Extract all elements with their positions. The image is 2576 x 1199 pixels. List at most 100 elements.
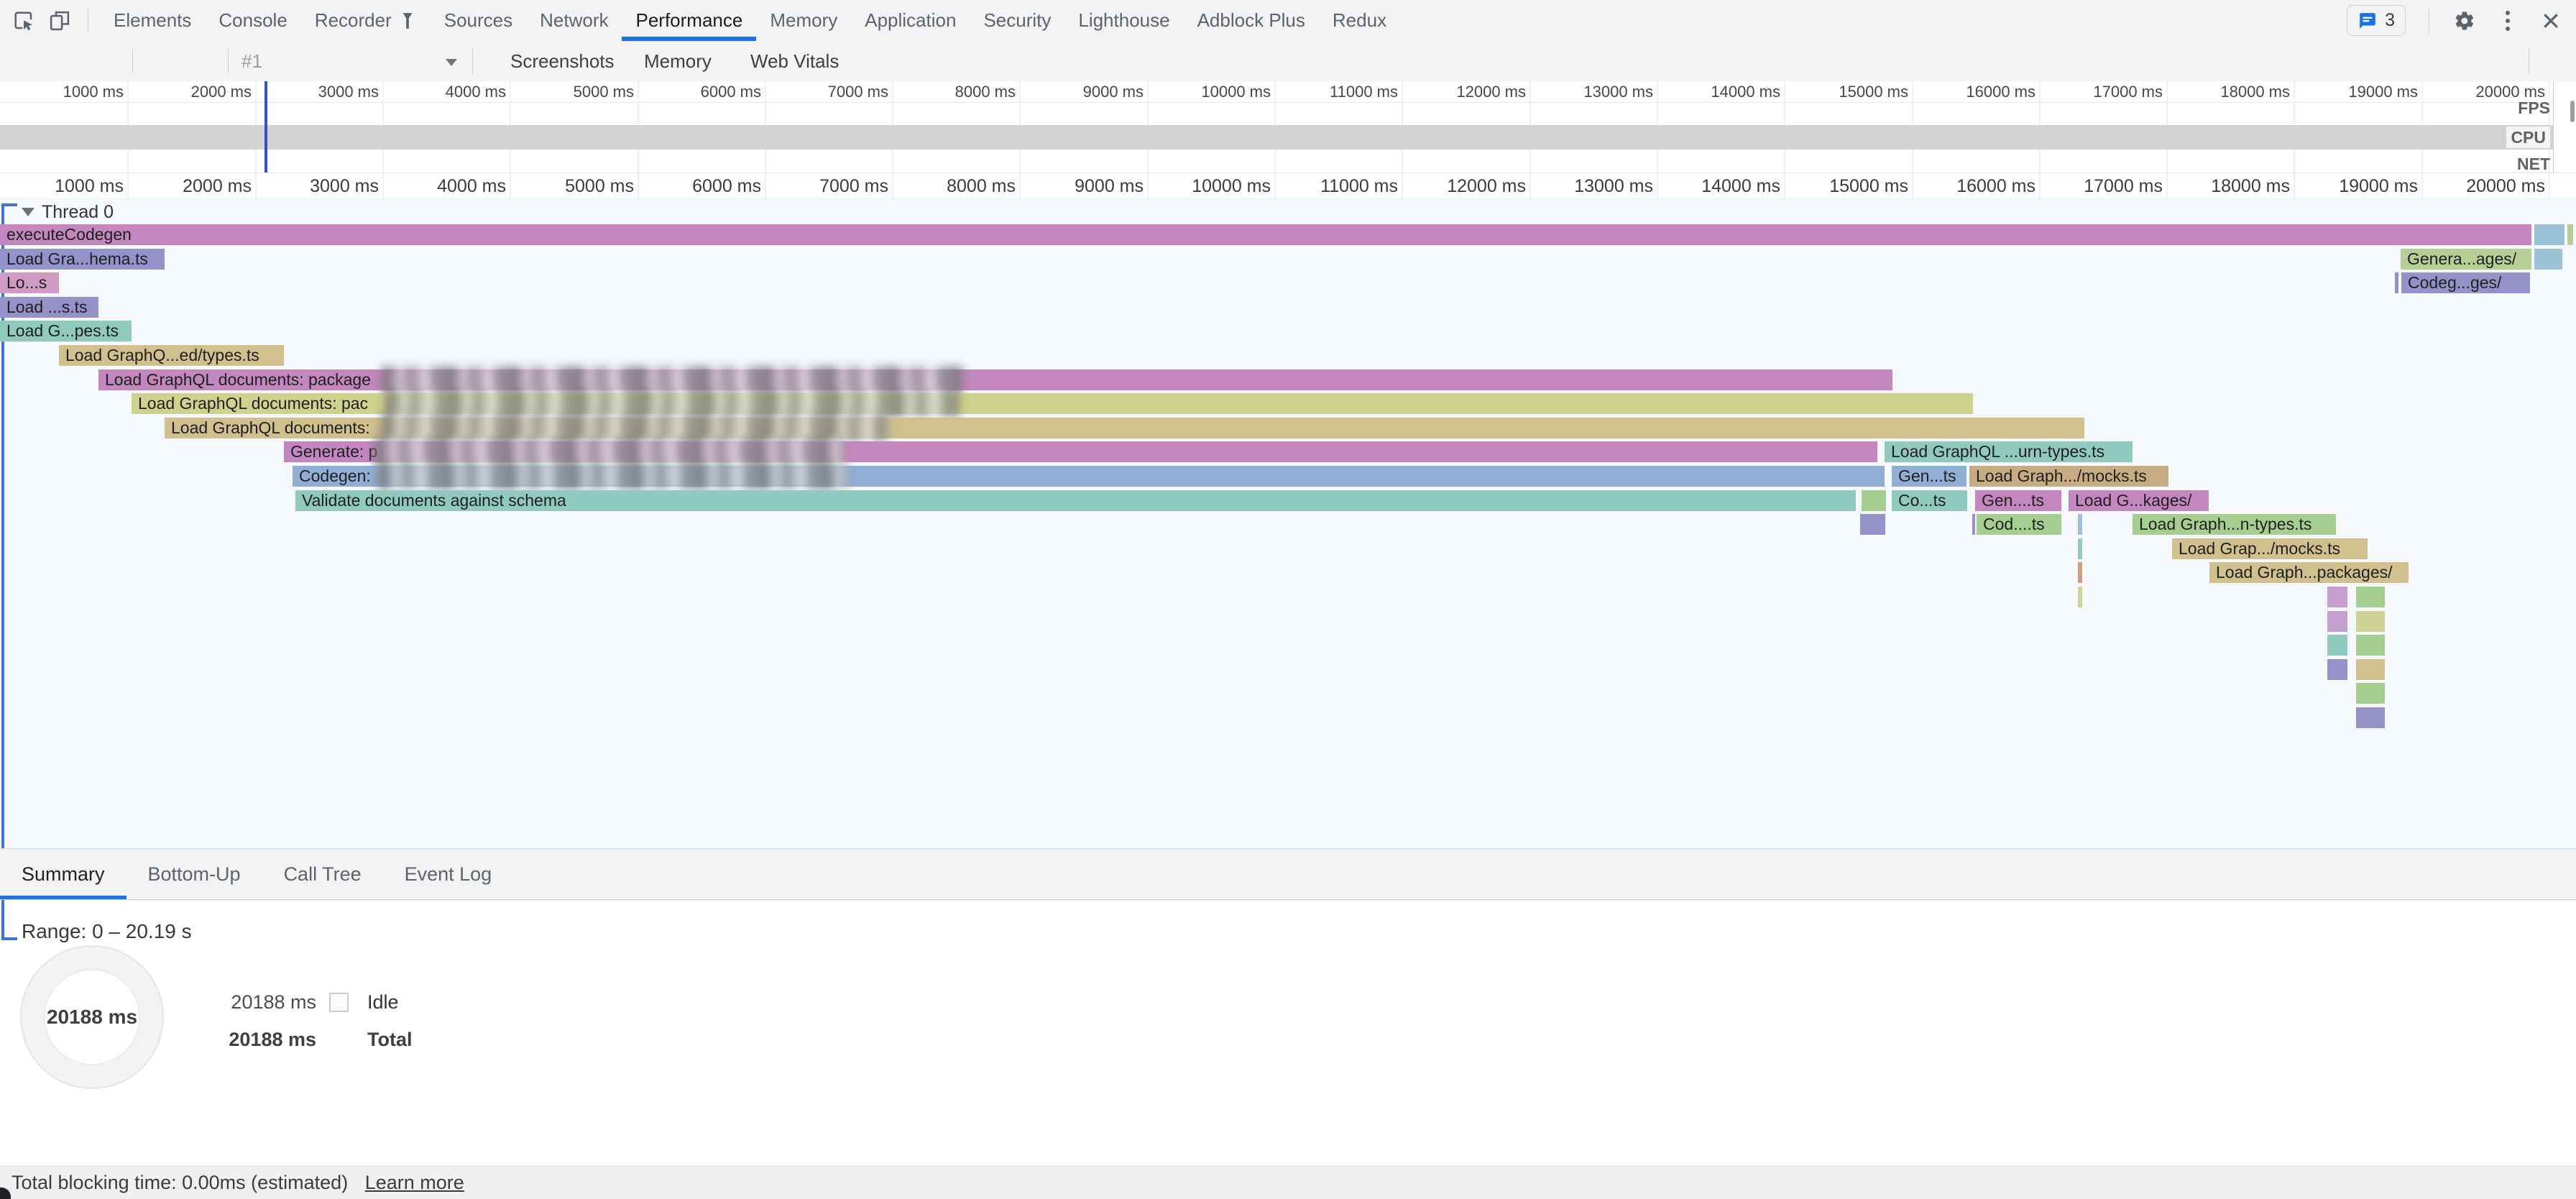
flame-bar-label: Load G...pes.ts [0, 321, 132, 341]
flame-bar-label: Validate documents against schema [295, 490, 1856, 511]
flame-bar-label: Codeg...ges/ [2401, 272, 2530, 293]
flame-bar[interactable]: Gen....ts [1975, 490, 2061, 511]
flame-bar[interactable]: Load GraphQL documents: package [98, 369, 1892, 390]
flame-bar[interactable]: Load GraphQL documents: pac [132, 393, 1973, 414]
ruler-tick-label: 4000 ms [391, 173, 506, 199]
tab-label: Security [983, 9, 1051, 32]
flame-bar[interactable]: Load Graph...n-types.ts [2133, 514, 2336, 535]
flame-bar[interactable]: Co...ts [1892, 490, 1967, 511]
tab-console[interactable]: Console [205, 0, 300, 41]
timeline-overview[interactable]: 1000 ms2000 ms3000 ms4000 ms5000 ms6000 … [0, 81, 2576, 173]
legend-row: 20188 msIdle [216, 986, 413, 1018]
ruler-tick-label: 3000 ms [264, 173, 379, 199]
tab-network[interactable]: Network [526, 0, 622, 41]
flame-bar-fragment[interactable] [2567, 224, 2573, 245]
close-icon[interactable] [2539, 9, 2563, 33]
flame-bar-fragment[interactable] [2327, 635, 2347, 656]
flame-bar-label: Load Graph...packages/ [2209, 562, 2409, 583]
flame-bar[interactable]: Load GraphQL ...urn-types.ts [1885, 441, 2133, 462]
flame-bar[interactable]: Load G...kages/ [2069, 490, 2209, 511]
flame-bar-fragment[interactable] [2327, 587, 2347, 607]
tab-performance[interactable]: Performance [622, 0, 756, 41]
flame-bar[interactable]: Codeg...ges/ [2401, 272, 2530, 293]
settings-gear-icon[interactable] [2452, 9, 2477, 33]
ruler-tick-label: 15000 ms [1793, 173, 1908, 199]
tab-elements[interactable]: Elements [100, 0, 205, 41]
tab-redux[interactable]: Redux [1319, 0, 1400, 41]
history-select[interactable]: #1 [242, 41, 457, 81]
toast-corner [0, 1187, 11, 1199]
flame-bar[interactable]: Load Grap.../mocks.ts [2172, 538, 2368, 559]
flame-bar[interactable]: Validate documents against schema [295, 490, 1856, 511]
playhead-line[interactable] [264, 81, 267, 173]
tab-application[interactable]: Application [851, 0, 970, 41]
tab-label: Memory [770, 9, 837, 32]
tab-security[interactable]: Security [970, 0, 1064, 41]
tab-adblock-plus[interactable]: Adblock Plus [1184, 0, 1319, 41]
tab-lighthouse[interactable]: Lighthouse [1064, 0, 1183, 41]
flame-bar[interactable]: Lo...s [0, 272, 59, 293]
flame-chart[interactable]: Thread 0 executeCodegenLoad Gra...hema.t… [0, 199, 2576, 848]
overview-right-divider [2553, 81, 2554, 173]
flame-bar[interactable]: Load Gra...hema.ts [0, 249, 165, 270]
device-toolbar-icon[interactable] [47, 9, 72, 33]
learn-more-link[interactable]: Learn more [365, 1172, 464, 1193]
flame-bar[interactable]: Gen...ts [1892, 466, 1966, 487]
flame-bar-fragment[interactable] [2078, 587, 2082, 607]
flame-bar-fragment[interactable] [1860, 514, 1885, 535]
checkbox-label: Screenshots [510, 41, 615, 81]
flame-bar-fragment[interactable] [2356, 683, 2385, 704]
flame-bar-label: Gen....ts [1975, 490, 2061, 511]
flame-bar-label: Load Gra...hema.ts [0, 249, 165, 270]
ruler-tick-label: 12000 ms [1411, 82, 1526, 102]
checkbox-label: Memory [644, 41, 712, 81]
tab-memory[interactable]: Memory [756, 0, 851, 41]
chevron-down-icon[interactable] [446, 59, 457, 66]
flame-bar-fragment[interactable] [2356, 659, 2385, 680]
flame-bar-fragment[interactable] [2356, 587, 2385, 607]
flame-bar-fragment[interactable] [2356, 611, 2385, 632]
flame-bar-fragment[interactable] [2534, 224, 2564, 245]
tab-label: Adblock Plus [1197, 9, 1305, 32]
ruler-tick-label: 19000 ms [2303, 82, 2418, 102]
flame-bar-label: Genera...ages/ [2401, 249, 2531, 270]
divider [472, 49, 473, 73]
flame-bar[interactable]: Load GraphQL documents: [165, 418, 2084, 438]
flame-bar-fragment[interactable] [2356, 707, 2385, 728]
flame-bar[interactable]: Load G...pes.ts [0, 321, 132, 341]
flame-bar-fragment[interactable] [2534, 249, 2562, 270]
more-options-kebab-icon[interactable] [2496, 9, 2520, 33]
flame-bar[interactable]: Generate: p [284, 441, 1877, 462]
bottom-tab-summary[interactable]: Summary [0, 849, 126, 899]
flame-bar[interactable]: executeCodegen [0, 224, 2531, 245]
issues-button[interactable]: 3 [2347, 5, 2406, 36]
flame-bar-fragment[interactable] [2078, 538, 2082, 559]
flame-bar[interactable]: Load GraphQ...ed/types.ts [59, 345, 284, 366]
flame-bar[interactable]: Load ...s.ts [0, 297, 98, 318]
flame-bar[interactable]: Load Graph.../mocks.ts [1969, 466, 2168, 487]
flame-bar[interactable]: Load Graph...packages/ [2209, 562, 2409, 583]
flame-bar-fragment[interactable] [2327, 659, 2347, 680]
bottom-tab-bar: SummaryBottom-UpCall TreeEvent Log [0, 848, 2576, 900]
flame-bar-fragment[interactable] [1972, 514, 1975, 535]
bottom-tab-event-log[interactable]: Event Log [383, 849, 514, 899]
ruler-tick-label: 10000 ms [1156, 82, 1271, 102]
flame-bar-label: Gen...ts [1892, 466, 1966, 487]
flame-bar[interactable]: Cod....ts [1977, 514, 2061, 535]
collapse-triangle-icon[interactable] [22, 208, 34, 216]
bottom-tab-bottom-up[interactable]: Bottom-Up [126, 849, 262, 899]
flame-bar-fragment[interactable] [2395, 272, 2398, 293]
overview-scroll-thumb[interactable] [2570, 101, 2575, 122]
flame-bar-fragment[interactable] [2078, 562, 2082, 583]
ruler-tick-label: 8000 ms [901, 82, 1016, 102]
flame-bar-fragment[interactable] [2356, 635, 2385, 656]
bottom-tab-call-tree[interactable]: Call Tree [262, 849, 383, 899]
flame-bar-fragment[interactable] [2327, 611, 2347, 632]
flame-bar[interactable]: Genera...ages/ [2401, 249, 2531, 270]
flame-bar-fragment[interactable] [2078, 514, 2082, 535]
tab-recorder[interactable]: Recorder [301, 0, 431, 41]
flame-bar-fragment[interactable] [1862, 490, 1886, 511]
inspect-element-icon[interactable] [12, 9, 36, 33]
flame-bar[interactable]: Codegen: [293, 466, 1885, 487]
tab-sources[interactable]: Sources [431, 0, 526, 41]
